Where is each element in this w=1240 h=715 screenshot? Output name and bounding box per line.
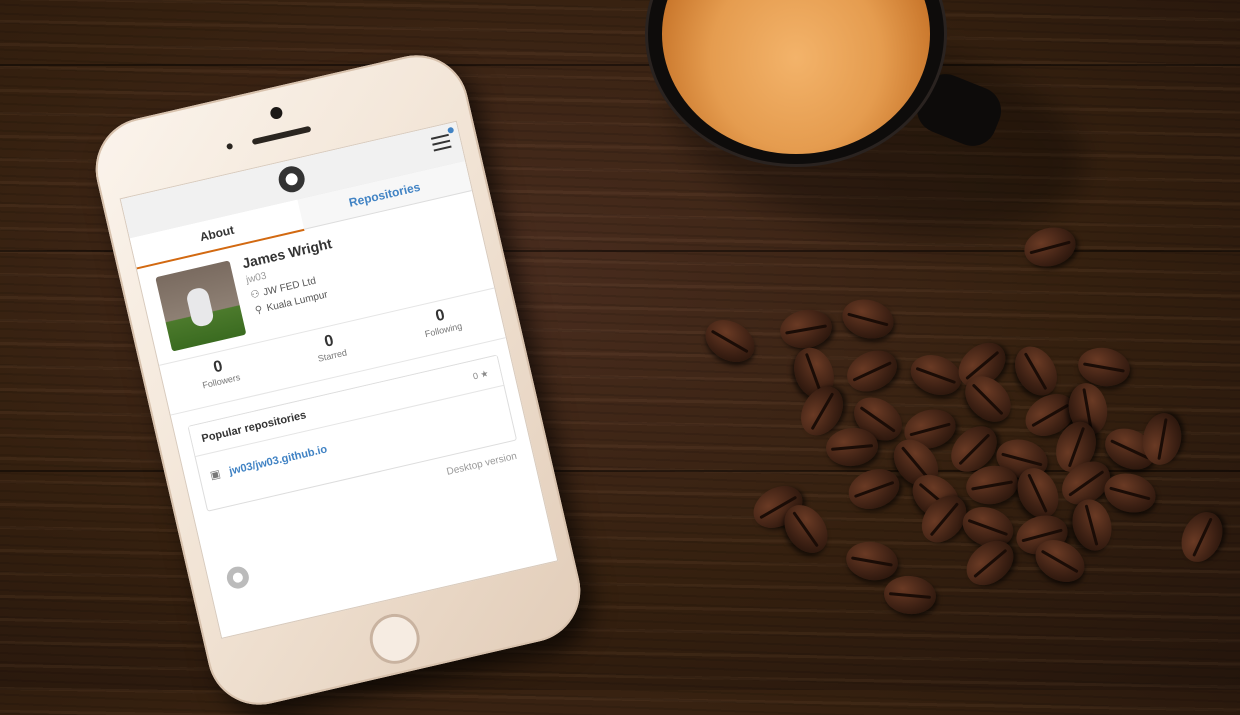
location-pin-icon: ⚲ <box>254 304 264 317</box>
coffee-bean <box>777 305 835 353</box>
coffee-surface <box>662 0 930 154</box>
repository-icon: ▣ <box>209 467 222 483</box>
coffee-bean <box>837 293 899 345</box>
repo-star-count-value: 0 <box>471 370 480 382</box>
hamburger-menu-icon[interactable] <box>430 133 452 152</box>
profile-login: jw03 <box>245 270 268 286</box>
desktop-version-link[interactable]: Desktop version <box>446 451 518 478</box>
stat-following[interactable]: 0 Following <box>383 295 500 348</box>
notification-dot-icon <box>447 126 455 134</box>
smartphone: About Repositories James Wright jw03 ⚇ J… <box>85 0 591 715</box>
star-icon: ★ <box>479 368 490 380</box>
coffee-bean <box>882 573 938 617</box>
avatar-figure <box>185 286 216 329</box>
coffee-bean <box>1173 505 1231 569</box>
coffee-bean <box>1019 221 1081 273</box>
github-footer-icon[interactable] <box>224 564 252 591</box>
coffee-bean <box>957 531 1023 595</box>
popular-repositories-title: Popular repositories <box>200 409 308 445</box>
avatar <box>155 260 247 352</box>
organization-icon: ⚇ <box>249 288 261 302</box>
coffee-bean <box>843 537 901 585</box>
coffee-bean <box>697 311 763 371</box>
coffee-bean <box>840 342 904 400</box>
stat-followers[interactable]: 0 Followers <box>161 346 278 399</box>
repository-link-text[interactable]: jw03/jw03.github.io <box>228 443 328 477</box>
github-octocat-icon[interactable] <box>276 163 308 195</box>
stat-starred[interactable]: 0 Starred <box>272 320 389 373</box>
phone-body: About Repositories James Wright jw03 ⚇ J… <box>85 44 591 715</box>
repo-star-count: 0 ★ <box>472 368 490 382</box>
